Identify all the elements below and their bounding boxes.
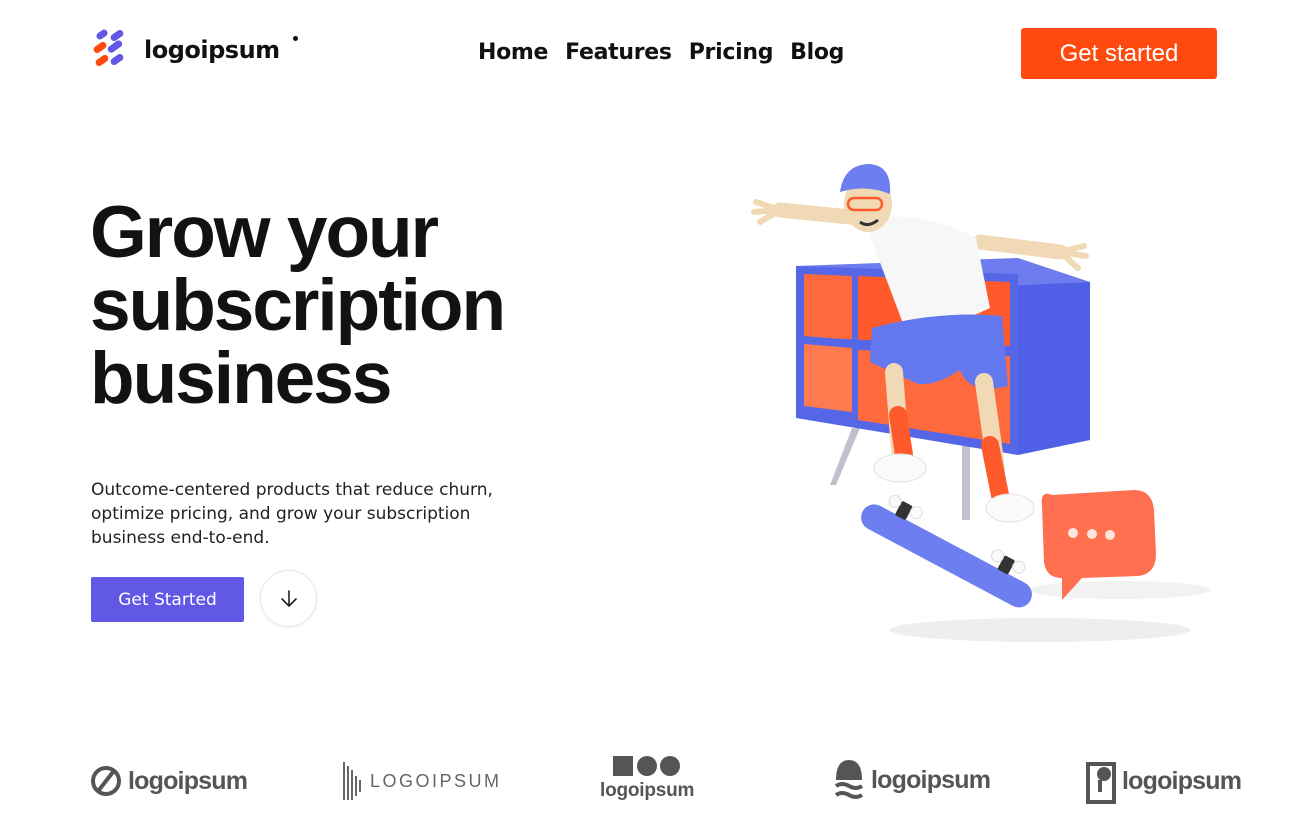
- partner-logo: logoipsum: [90, 760, 248, 802]
- arrow-down-icon: [280, 589, 297, 607]
- partner-logo: logoipsum: [600, 754, 694, 802]
- hero-title-line: Grow your: [90, 192, 439, 273]
- barcode-logo-icon: [343, 762, 361, 800]
- partner-logo-text: logoipsum: [128, 766, 248, 795]
- circle-slash-logo-icon: [91, 766, 121, 796]
- brand-logo[interactable]: logoipsum: [90, 29, 298, 71]
- partner-logo: LOGOIPSUM: [342, 758, 502, 804]
- nav-features[interactable]: Features: [565, 40, 672, 65]
- shapes-logo-icon: [613, 756, 681, 776]
- square-pin-logo-icon: [1086, 762, 1116, 804]
- brand-name: logoipsum: [144, 36, 280, 64]
- partner-logo-text: LOGOIPSUM: [370, 770, 502, 791]
- partner-logo-text: logoipsum: [871, 765, 991, 794]
- brand-dot: [292, 35, 298, 41]
- logo-mark-icon: [93, 29, 124, 67]
- skater-illustration: [751, 164, 1210, 642]
- get-started-button[interactable]: Get Started: [91, 577, 244, 622]
- partner-logo: logoipsum: [833, 754, 991, 806]
- partner-logo-text: logoipsum: [1122, 766, 1242, 795]
- wave-dome-logo-icon: [834, 760, 864, 799]
- partner-logos: logoipsum LOGOIPSUM logoipsum logoipsum: [0, 740, 1308, 816]
- main-nav: Home Features Pricing Blog: [478, 40, 844, 65]
- get-started-header-button[interactable]: Get started: [1021, 28, 1217, 79]
- hero-title: Grow your subscription business: [90, 196, 650, 415]
- nav-pricing[interactable]: Pricing: [689, 40, 774, 65]
- scroll-down-button[interactable]: [260, 570, 317, 627]
- partner-logo-text: logoipsum: [600, 780, 695, 801]
- hero-subtitle: Outcome-centered products that reduce ch…: [91, 480, 493, 548]
- hero-title-line: business: [90, 338, 392, 419]
- partner-logo: logoipsum: [1086, 758, 1242, 804]
- nav-blog[interactable]: Blog: [790, 40, 844, 65]
- hero-title-line: subscription: [90, 265, 506, 346]
- nav-home[interactable]: Home: [478, 40, 548, 65]
